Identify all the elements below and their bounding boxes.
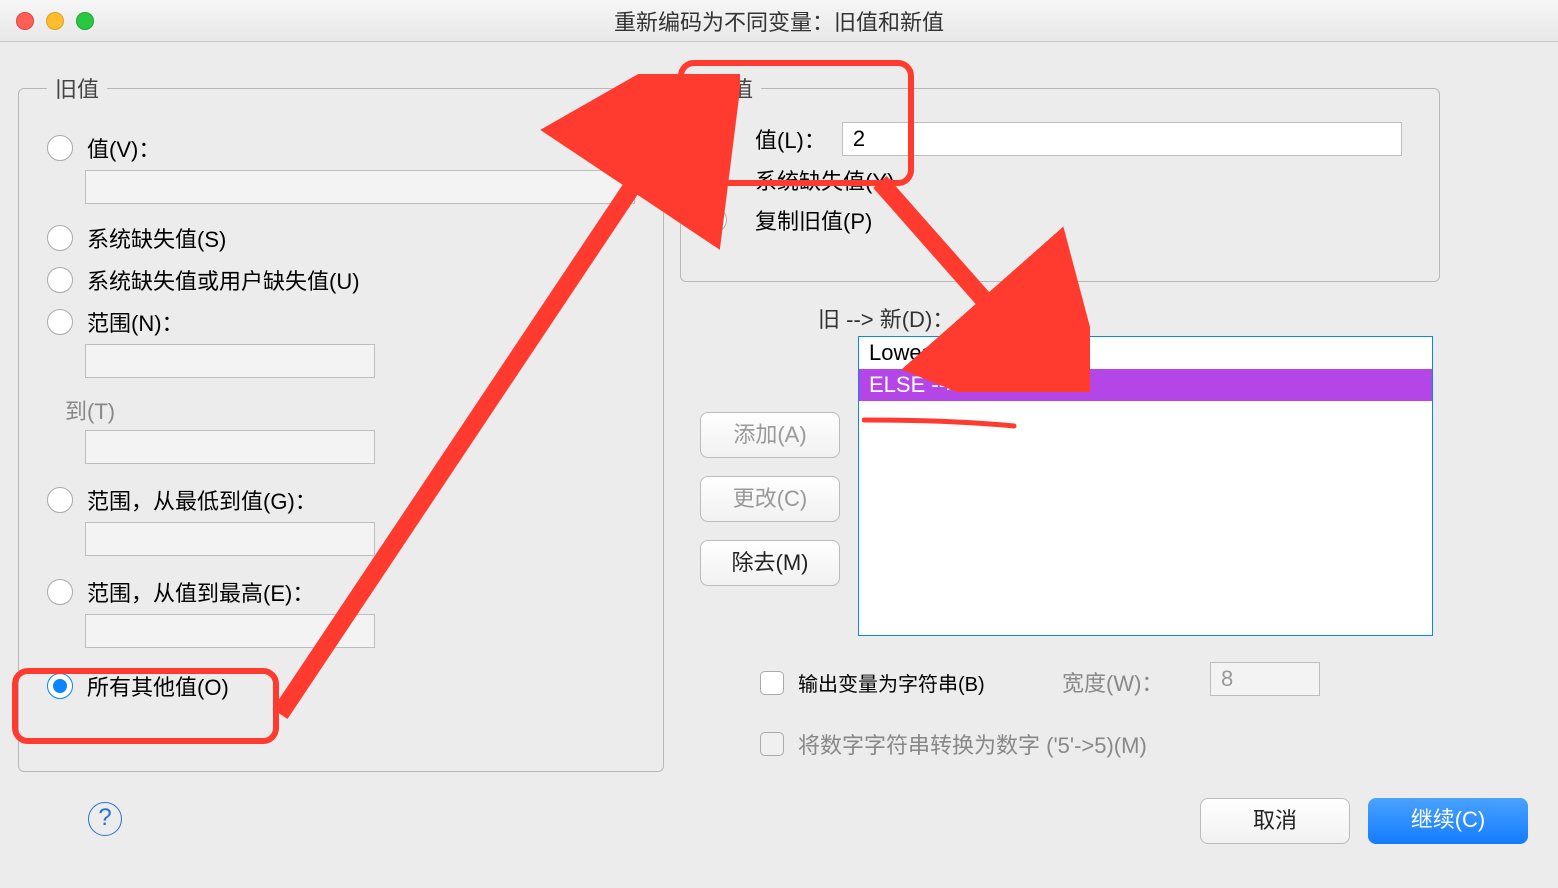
label-old-value: 值(V)： [87, 132, 160, 164]
input-range-to[interactable] [85, 430, 375, 464]
label-old-sysusermissing: 系统缺失值或用户缺失值(U) [87, 264, 360, 296]
input-width[interactable] [1210, 662, 1320, 696]
help-button[interactable]: ? [88, 802, 122, 836]
label-old-sysmissing: 系统缺失值(S) [87, 222, 226, 254]
window-title: 重新编码为不同变量：旧值和新值 [0, 5, 1558, 37]
radio-new-copyold[interactable] [701, 207, 727, 233]
add-button[interactable]: 添加(A) [700, 412, 840, 458]
input-range-highest[interactable] [85, 614, 375, 648]
new-value-group: 新值 值(L)： 系统缺失值(Y) 复制旧值(P) [680, 72, 1440, 282]
input-range-lowest[interactable] [85, 522, 375, 556]
label-width: 宽度(W)： [1062, 666, 1163, 698]
titlebar: 重新编码为不同变量：旧值和新值 [0, 0, 1558, 42]
remove-button[interactable]: 除去(M) [700, 540, 840, 586]
continue-button[interactable]: 继续(C) [1368, 798, 1528, 844]
input-range-from[interactable] [85, 344, 375, 378]
list-item[interactable]: Lowest thru 3.00 --> 1 [859, 337, 1432, 369]
label-new-sysmissing: 系统缺失值(Y) [755, 164, 894, 196]
mappings-listbox[interactable]: Lowest thru 3.00 --> 1 ELSE --> 2 [858, 336, 1433, 636]
label-new-copyold: 复制旧值(P) [755, 204, 872, 236]
label-old-range-lowest: 范围，从最低到值(G)： [87, 484, 317, 516]
radio-old-sysmissing[interactable] [47, 225, 73, 251]
radio-old-sysusermissing[interactable] [47, 267, 73, 293]
label-convert-numeric: 将数字字符串转换为数字 ('5'->5)(M) [798, 728, 1147, 760]
radio-old-range-lowest[interactable] [47, 487, 73, 513]
radio-old-range-highest[interactable] [47, 579, 73, 605]
label-output-string: 输出变量为字符串(B) [798, 668, 985, 697]
change-button[interactable]: 更改(C) [700, 476, 840, 522]
input-old-value[interactable] [85, 170, 635, 204]
radio-old-range[interactable] [47, 309, 73, 335]
label-old-allother: 所有其他值(O) [87, 670, 229, 702]
list-item[interactable]: ELSE --> 2 [859, 369, 1432, 401]
cancel-button[interactable]: 取消 [1200, 798, 1350, 844]
checkbox-convert-numeric [760, 732, 784, 756]
label-range-to: 到(T) [65, 394, 635, 426]
new-value-legend: 新值 [701, 72, 761, 104]
old-value-group: 旧值 值(V)： 系统缺失值(S) 系统缺失值或用户缺失值(U) 范围(N)： … [18, 72, 664, 772]
radio-old-value[interactable] [47, 135, 73, 161]
radio-new-value[interactable] [701, 126, 727, 152]
radio-old-allother[interactable] [47, 673, 73, 699]
annotation-underline [862, 412, 1017, 424]
label-old-range: 范围(N)： [87, 306, 184, 338]
old-value-legend: 旧值 [47, 72, 107, 104]
label-new-value: 值(L)： [755, 123, 826, 155]
mappings-label: 旧 --> 新(D)： [818, 302, 954, 334]
radio-new-sysmissing[interactable] [701, 167, 727, 193]
label-old-range-highest: 范围，从值到最高(E)： [87, 576, 314, 608]
checkbox-output-string[interactable] [760, 671, 784, 695]
input-new-value[interactable] [842, 122, 1402, 156]
